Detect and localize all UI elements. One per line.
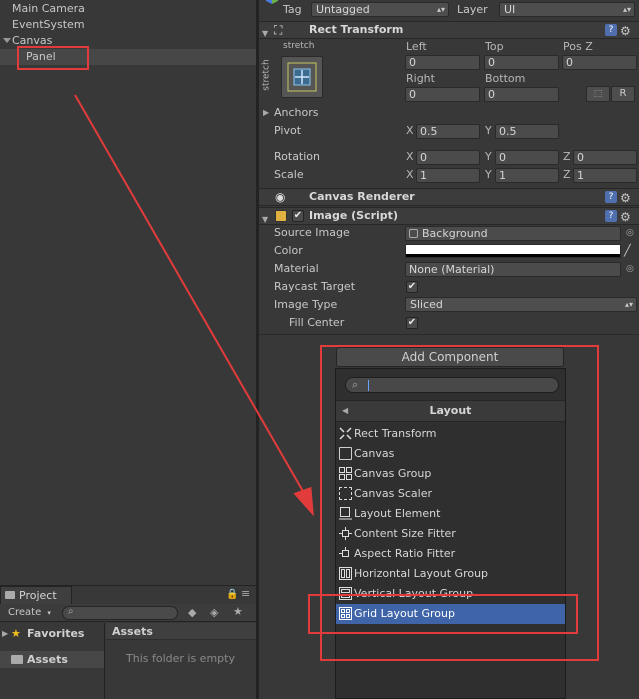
annotation-arrow xyxy=(74,94,314,517)
